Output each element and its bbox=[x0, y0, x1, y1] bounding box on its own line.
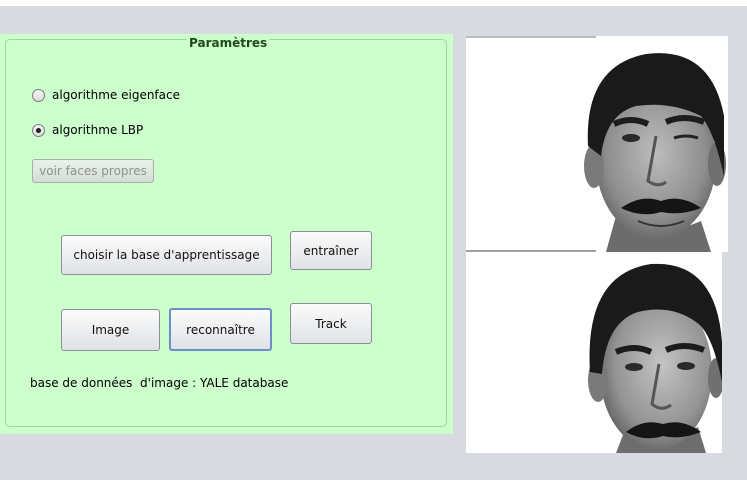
bottom-face-image bbox=[466, 252, 722, 453]
choisir-base-button[interactable]: choisir la base d'apprentissage bbox=[61, 235, 272, 275]
top-face-graphic bbox=[466, 36, 728, 252]
track-button[interactable]: Track bbox=[290, 303, 372, 344]
radio-lbp[interactable]: algorithme LBP bbox=[32, 122, 143, 138]
top-face-image bbox=[466, 36, 728, 252]
entrainer-button[interactable]: entraîner bbox=[290, 231, 372, 270]
reconnaitre-button[interactable]: reconnaître bbox=[169, 308, 272, 351]
database-info-label: base de données d'image : YALE database bbox=[30, 376, 289, 390]
radio-lbp-indicator[interactable] bbox=[32, 123, 45, 137]
parameters-panel-title: Paramètres bbox=[187, 35, 270, 51]
image-button[interactable]: Image bbox=[61, 309, 160, 351]
radio-eigenface-label: algorithme eigenface bbox=[52, 88, 180, 102]
radio-lbp-label: algorithme LBP bbox=[52, 123, 144, 137]
radio-eigenface[interactable]: algorithme eigenface bbox=[32, 87, 180, 103]
radio-eigenface-indicator[interactable] bbox=[32, 88, 45, 102]
voir-faces-propres-button[interactable]: voir faces propres bbox=[32, 159, 154, 183]
bottom-face-graphic bbox=[466, 252, 722, 453]
